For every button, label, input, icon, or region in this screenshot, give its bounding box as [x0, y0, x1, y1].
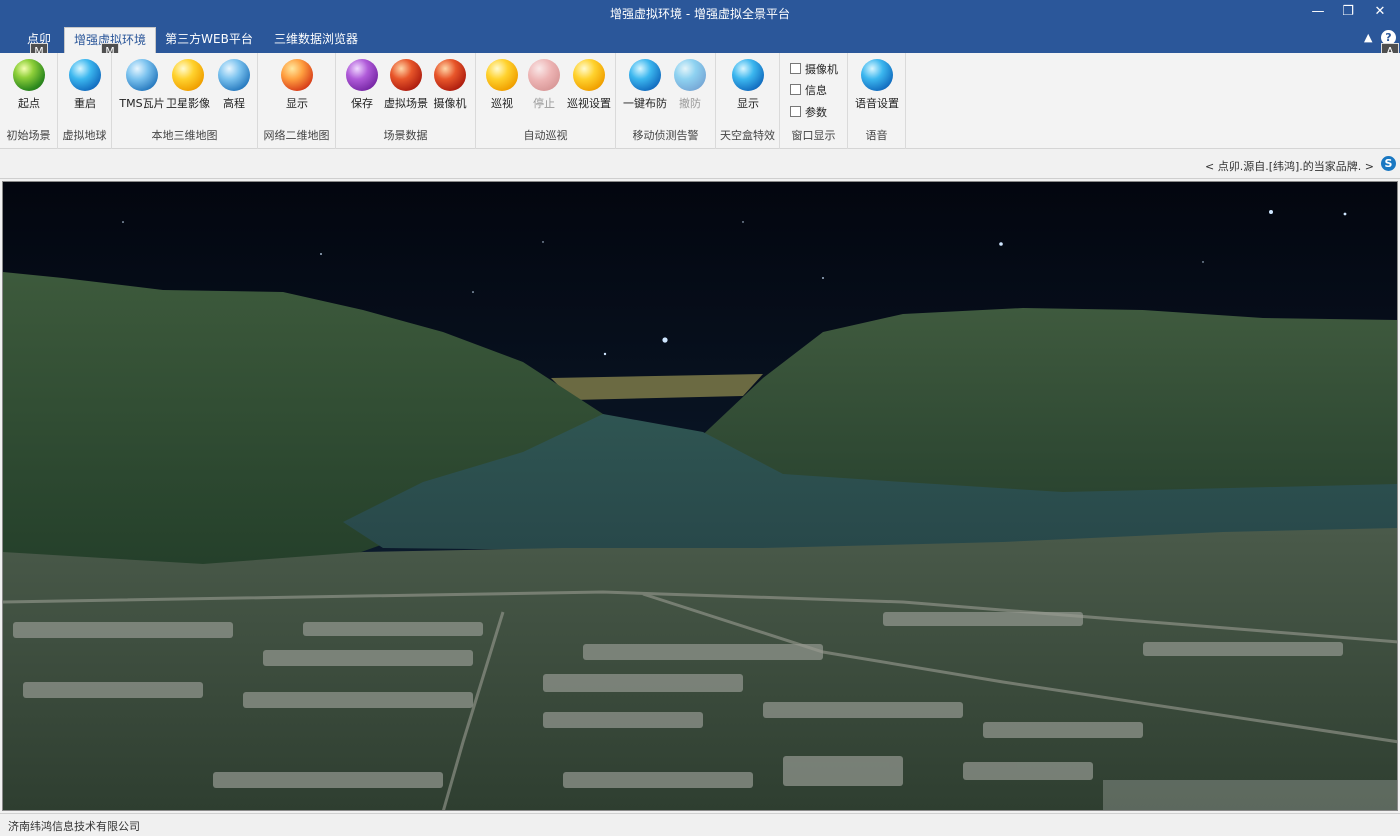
tms-tiles-button[interactable]: TMS瓦片: [118, 57, 166, 113]
tab-3d-data-browser[interactable]: 三维数据浏览器: [266, 27, 366, 53]
group-scene-data: 保存 虚拟场景 摄像机 场景数据: [336, 53, 476, 149]
brand-logo-icon: S: [1381, 156, 1396, 171]
elevation-button[interactable]: 高程: [210, 57, 258, 113]
group-initial-scene: 起点 初始场景: [0, 53, 58, 149]
ribbon: 起点 初始场景 重启 虚拟地球 TMS瓦片 卫星影像 高程 本地三维地图 显示 …: [0, 53, 1400, 149]
checkbox-params[interactable]: 参数: [790, 104, 827, 120]
stop-icon: [528, 59, 560, 91]
arm-icon: [629, 59, 661, 91]
group-local-3d-map: TMS瓦片 卫星影像 高程 本地三维地图: [112, 53, 258, 149]
checkbox-icon[interactable]: [790, 63, 801, 74]
voice-settings-icon: [861, 59, 893, 91]
city-area: [3, 528, 1397, 810]
start-point-button[interactable]: 起点: [5, 57, 53, 113]
patrol-settings-button[interactable]: 巡视设置: [564, 57, 614, 113]
restore-icon[interactable]: ❐: [1334, 3, 1362, 21]
info-bar: < 点卯.源自.[纬鸿].的当家品牌. > S: [0, 150, 1400, 179]
save-scene-button[interactable]: 保存: [338, 57, 386, 113]
status-bar: 济南纬鸿信息技术有限公司: [0, 813, 1400, 836]
minimize-icon[interactable]: —: [1304, 3, 1332, 21]
save-scene-icon: [346, 59, 378, 91]
satellite-image-button[interactable]: 卫星影像: [164, 57, 212, 113]
web-map-show-button[interactable]: 显示: [273, 57, 321, 113]
group-web-2d-map: 显示 网络二维地图: [258, 53, 336, 149]
arm-all-button[interactable]: 一键布防: [621, 57, 669, 113]
patrol-settings-icon: [573, 59, 605, 91]
group-auto-patrol: 巡视 停止 巡视设置 自动巡视: [476, 53, 616, 149]
globe-blue-icon: [69, 59, 101, 91]
tab-third-party-web[interactable]: 第三方WEB平台: [160, 27, 258, 53]
voice-settings-button[interactable]: 语音设置: [853, 57, 901, 113]
checkbox-icon[interactable]: [790, 84, 801, 95]
elevation-icon: [218, 59, 250, 91]
camera-icon: [434, 59, 466, 91]
close-icon[interactable]: ✕: [1366, 3, 1394, 21]
globe-green-icon: [13, 59, 45, 91]
checkbox-icon[interactable]: [790, 106, 801, 117]
group-window-display: 摄像机 信息 参数 窗口显示: [780, 53, 848, 149]
web-map-icon: [281, 59, 313, 91]
brand-marquee: < 点卯.源自.[纬鸿].的当家品牌. >: [1205, 160, 1374, 173]
skybox-icon: [732, 59, 764, 91]
restart-button[interactable]: 重启: [61, 57, 109, 113]
patrol-icon: [486, 59, 518, 91]
group-motion-alarm: 一键布防 撤防 移动侦测告警: [616, 53, 716, 149]
scene-render[interactable]: [3, 182, 1398, 811]
company-name: 济南纬鸿信息技术有限公司: [8, 820, 140, 833]
3d-scene-viewport[interactable]: [2, 181, 1398, 811]
stop-patrol-button[interactable]: 停止: [520, 57, 568, 113]
disarm-icon: [674, 59, 706, 91]
skybox-show-button[interactable]: 显示: [724, 57, 772, 113]
group-virtual-earth: 重启 虚拟地球: [58, 53, 112, 149]
tms-tiles-icon: [126, 59, 158, 91]
group-skybox: 显示 天空盒特效: [716, 53, 780, 149]
group-voice: 语音设置 语音: [848, 53, 906, 149]
title-bar: 增强虚拟环境 - 增强虚拟全景平台 — ❐ ✕: [0, 0, 1400, 26]
window-title: 增强虚拟环境 - 增强虚拟全景平台: [610, 7, 790, 21]
distant-land: [551, 374, 763, 400]
fog-patch: [1103, 780, 1397, 810]
patrol-button[interactable]: 巡视: [478, 57, 526, 113]
disarm-button[interactable]: 撤防: [666, 57, 714, 113]
virtual-scene-icon: [390, 59, 422, 91]
satellite-icon: [172, 59, 204, 91]
collapse-ribbon-icon[interactable]: ▲: [1364, 31, 1372, 44]
checkbox-camera[interactable]: 摄像机: [790, 61, 838, 77]
ribbon-tab-row: 点卯 增强虚拟环境 第三方WEB平台 三维数据浏览器 ▲ ?: [0, 26, 1400, 53]
checkbox-info[interactable]: 信息: [790, 82, 827, 98]
virtual-scene-button[interactable]: 虚拟场景: [382, 57, 430, 113]
camera-button[interactable]: 摄像机: [426, 57, 474, 113]
